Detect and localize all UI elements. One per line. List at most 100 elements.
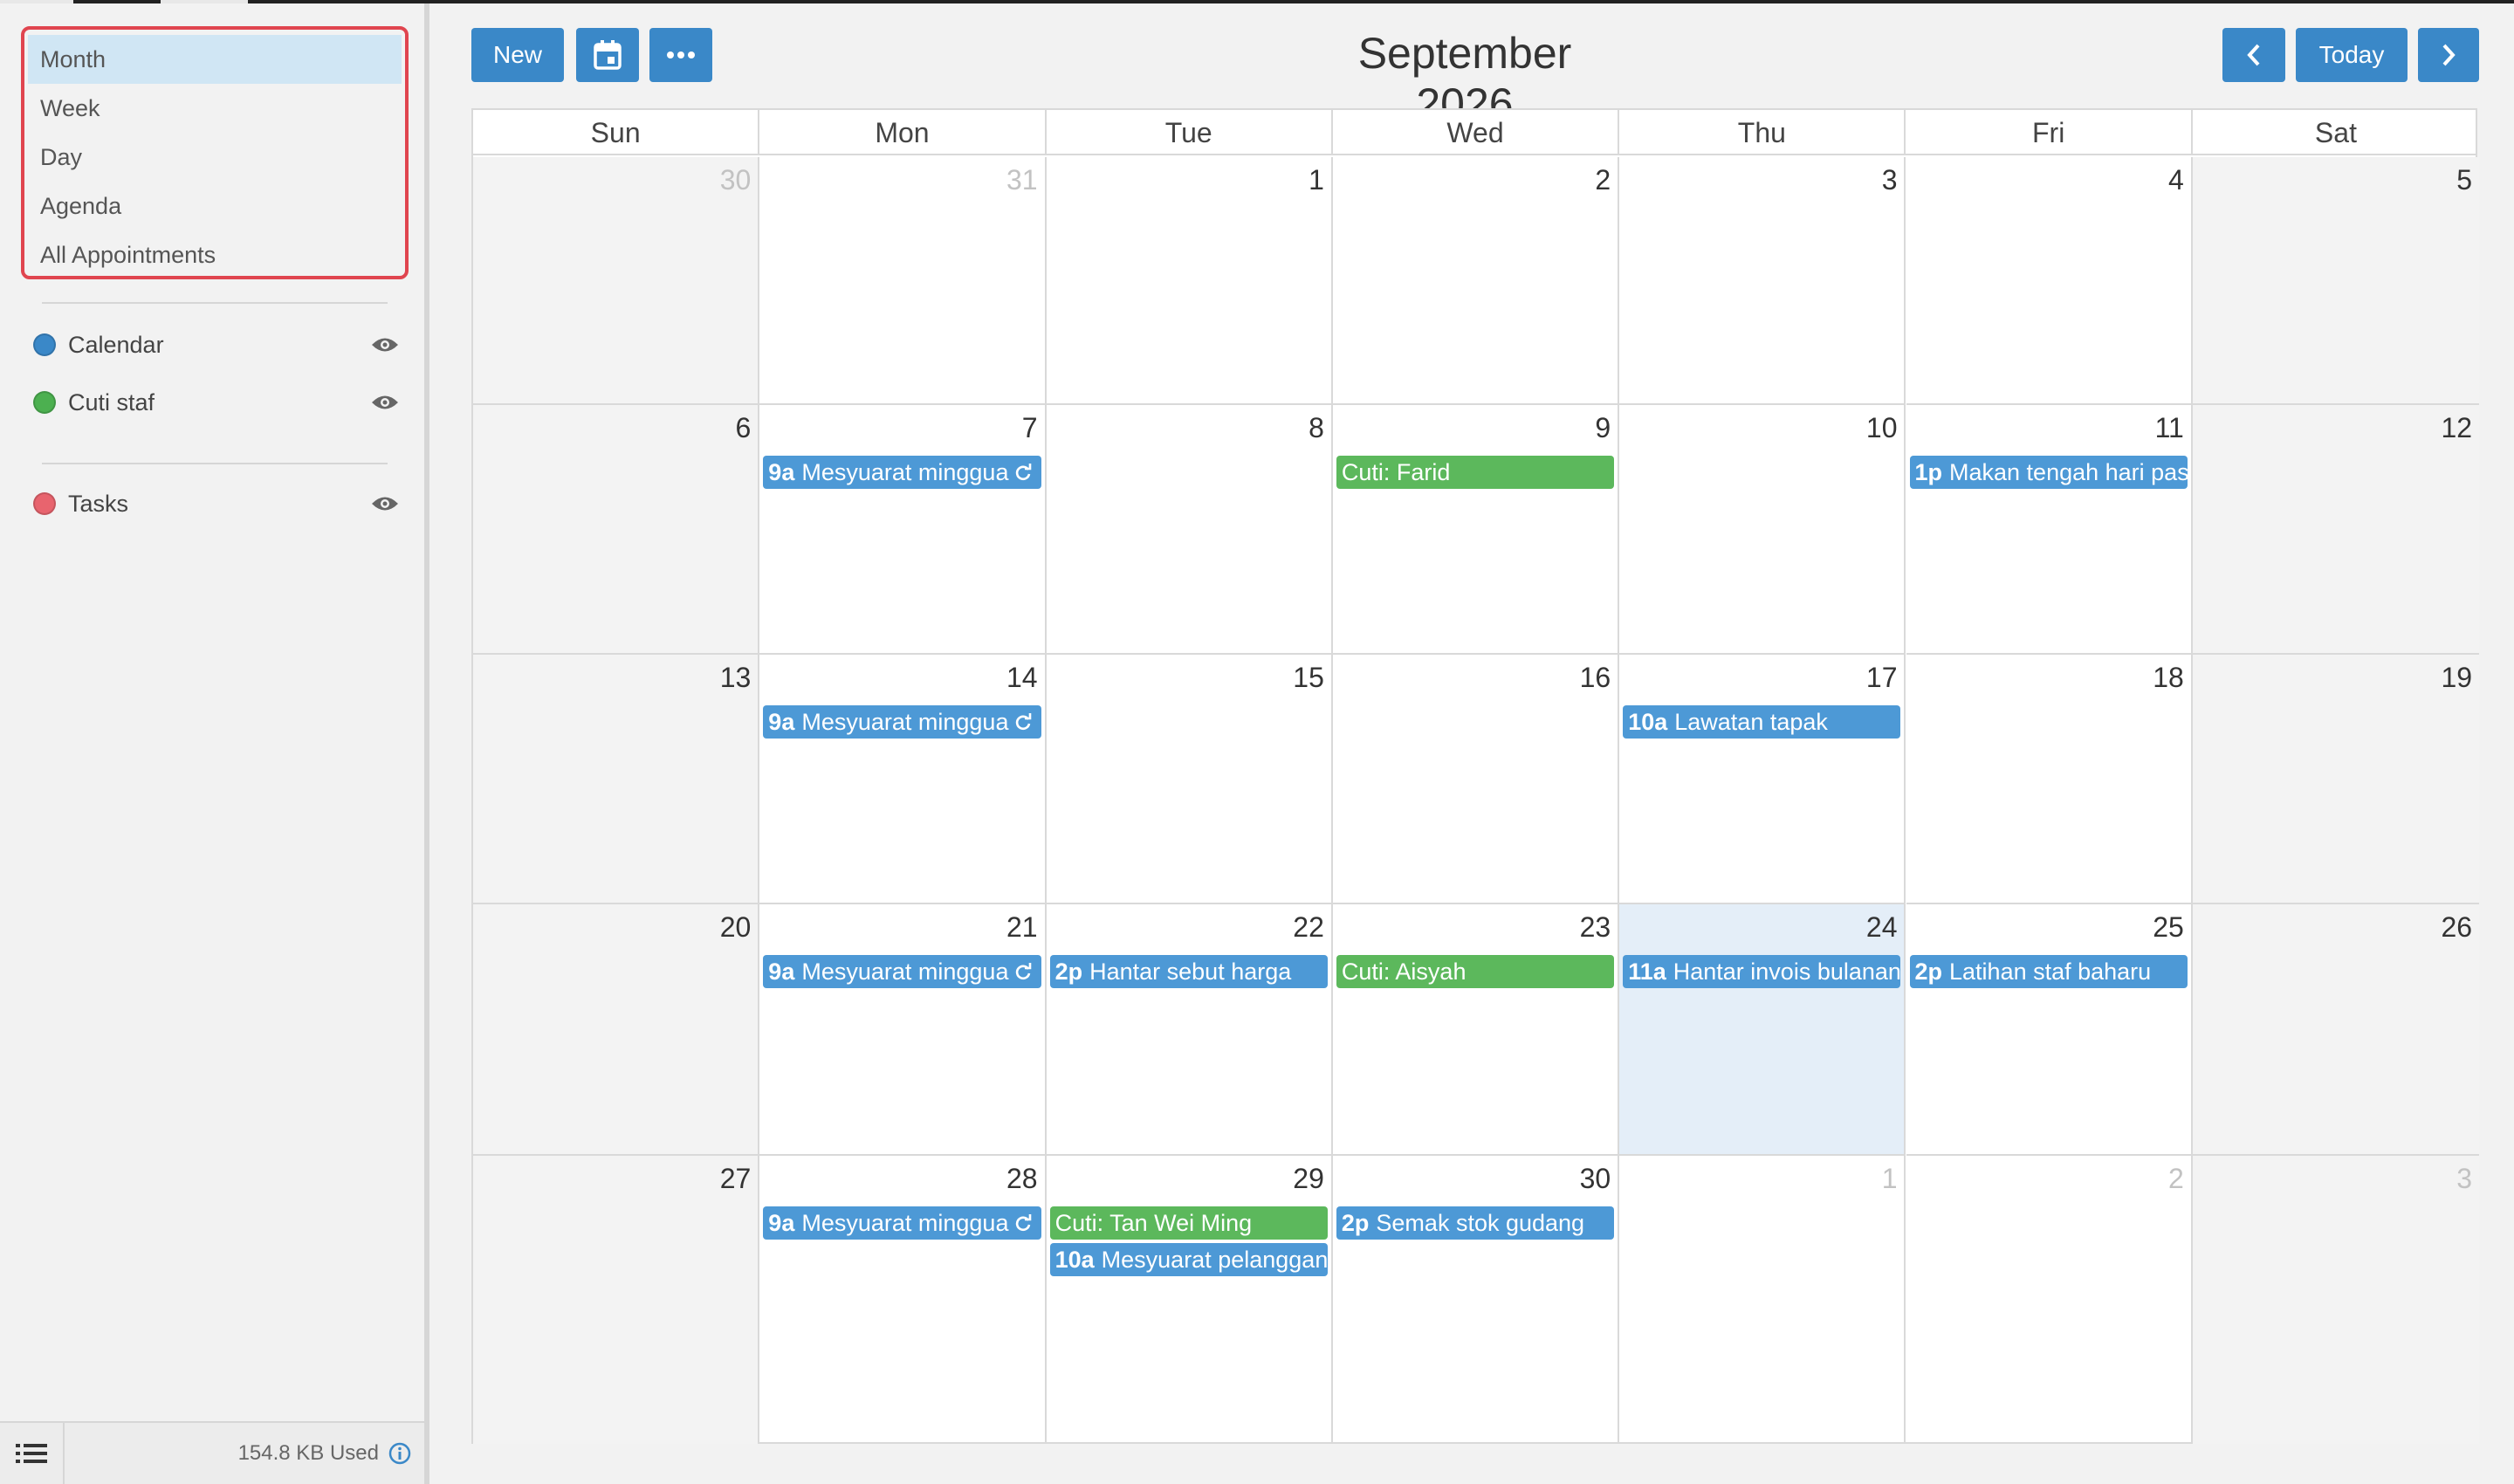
event-title: Mesyuarat minggua bbox=[801, 958, 1009, 985]
day-cell[interactable]: 24 11a Hantar invois bulanan bbox=[1619, 904, 1906, 1156]
day-cell[interactable]: 19 bbox=[2192, 655, 2480, 904]
weekday-tue: Tue bbox=[1047, 110, 1333, 155]
divider bbox=[42, 463, 388, 464]
day-cell[interactable]: 13 bbox=[473, 655, 760, 904]
day-cell[interactable]: 14 9a Mesyuarat minggua bbox=[759, 655, 1047, 904]
day-cell[interactable]: 15 bbox=[1046, 655, 1333, 904]
event-title: Cuti: Farid bbox=[1341, 459, 1451, 485]
event-chip[interactable]: 10a Mesyuarat pelanggan bbox=[1049, 1243, 1328, 1276]
month-grid: Sun Mon Tue Wed Thu Fri Sat 30 31 1 2 3 4 5 6 7 9a Mesyu… bbox=[471, 108, 2480, 1444]
event-chip[interactable]: Cuti: Tan Wei Ming bbox=[1049, 1206, 1328, 1240]
date-picker-button[interactable] bbox=[576, 28, 639, 82]
chevron-right-icon bbox=[2442, 44, 2456, 66]
day-cell[interactable]: 1 bbox=[1619, 1156, 1906, 1444]
today-button[interactable]: Today bbox=[2296, 28, 2408, 82]
new-button-label: New bbox=[492, 41, 542, 68]
event-chip[interactable]: 2p Semak stok gudang bbox=[1336, 1206, 1615, 1240]
next-month-button[interactable] bbox=[2418, 28, 2479, 82]
view-day[interactable]: Day bbox=[28, 133, 402, 182]
day-number: 2 bbox=[2168, 1163, 2184, 1194]
day-cell[interactable]: 30 2p Semak stok gudang bbox=[1333, 1156, 1620, 1444]
event-chip[interactable]: Cuti: Aisyah bbox=[1336, 955, 1615, 988]
day-number: 8 bbox=[1309, 412, 1324, 443]
view-all-appointments[interactable]: All Appointments bbox=[28, 230, 402, 279]
recurring-icon bbox=[1013, 456, 1034, 489]
day-cell[interactable]: 5 bbox=[2192, 157, 2480, 405]
day-cell[interactable]: 16 bbox=[1332, 655, 1620, 904]
day-cell[interactable]: 3 bbox=[2192, 1156, 2480, 1444]
new-button[interactable]: New bbox=[471, 28, 564, 82]
calendar-item-tasks[interactable]: Tasks bbox=[33, 482, 400, 526]
event-title: Mesyuarat minggua bbox=[801, 709, 1009, 735]
day-number: 5 bbox=[2456, 164, 2473, 196]
day-cell[interactable]: 8 bbox=[1046, 405, 1333, 655]
day-cell[interactable]: 17 10a Lawatan tapak bbox=[1619, 655, 1906, 904]
weekday-mon: Mon bbox=[759, 110, 1047, 155]
day-number: 18 bbox=[2153, 662, 2184, 693]
day-cell[interactable]: 10 bbox=[1619, 405, 1906, 655]
day-cell[interactable]: 21 9a Mesyuarat minggua bbox=[759, 904, 1047, 1156]
event-chip[interactable]: 9a Mesyuarat minggua bbox=[763, 955, 1041, 988]
event-chip[interactable]: 10a Lawatan tapak bbox=[1623, 705, 1901, 739]
day-cell[interactable]: 28 9a Mesyuarat minggua bbox=[759, 1156, 1047, 1444]
recurring-icon bbox=[1013, 1206, 1034, 1240]
event-time: 2p bbox=[1054, 958, 1083, 985]
calendar-color-dot bbox=[33, 492, 56, 515]
more-options-button[interactable] bbox=[649, 28, 712, 82]
day-number: 30 bbox=[1579, 1163, 1611, 1194]
calendar-item-cuti-staf[interactable]: Cuti staf bbox=[33, 381, 400, 424]
event-title: Semak stok gudang bbox=[1376, 1210, 1585, 1236]
event-chip[interactable]: 11a Hantar invois bulanan bbox=[1623, 955, 1901, 988]
event-chip[interactable]: 2p Hantar sebut harga bbox=[1049, 955, 1328, 988]
day-cell[interactable]: 1 bbox=[1046, 157, 1333, 405]
event-chip[interactable]: Cuti: Farid bbox=[1336, 456, 1615, 489]
sidebar: Month Week Day Agenda All Appointments C… bbox=[0, 3, 429, 1484]
day-cell[interactable]: 30 bbox=[473, 157, 760, 405]
info-icon[interactable] bbox=[388, 1441, 412, 1466]
event-title: Lawatan tapak bbox=[1674, 709, 1828, 735]
day-cell[interactable]: 25 2p Latihan staf baharu bbox=[1906, 904, 2193, 1156]
event-chip[interactable]: 9a Mesyuarat minggua bbox=[763, 705, 1041, 739]
calendar-item-calendar[interactable]: Calendar bbox=[33, 323, 400, 367]
day-cell[interactable]: 23 Cuti: Aisyah bbox=[1332, 904, 1620, 1156]
day-number: 21 bbox=[1006, 911, 1038, 943]
day-number: 1 bbox=[1309, 164, 1324, 196]
event-chip[interactable]: 1p Makan tengah hari pas bbox=[1909, 456, 2188, 489]
view-month[interactable]: Month bbox=[28, 35, 402, 84]
list-toggle-button[interactable] bbox=[0, 1422, 65, 1484]
day-cell[interactable]: 3 bbox=[1619, 157, 1906, 405]
day-cell[interactable]: 26 bbox=[2192, 904, 2480, 1156]
event-chip[interactable]: 2p Latihan staf baharu bbox=[1909, 955, 2188, 988]
day-cell[interactable]: 2 bbox=[1332, 157, 1620, 405]
storage-usage: 154.8 KB Used bbox=[65, 1441, 424, 1466]
weekday-sat: Sat bbox=[2314, 117, 2357, 148]
event-time: 9a bbox=[768, 1210, 795, 1236]
calendar-color-dot bbox=[33, 391, 56, 414]
day-cell[interactable]: 4 bbox=[1906, 157, 2193, 405]
eye-icon[interactable] bbox=[370, 494, 400, 513]
day-number: 15 bbox=[1293, 662, 1324, 693]
prev-month-button[interactable] bbox=[2222, 28, 2285, 82]
event-chip[interactable]: 9a Mesyuarat minggua bbox=[763, 456, 1041, 489]
day-number: 2 bbox=[1595, 164, 1611, 196]
event-time: 11a bbox=[1628, 958, 1666, 985]
event-time: 10a bbox=[1628, 709, 1668, 735]
day-cell[interactable]: 6 bbox=[473, 405, 760, 655]
day-cell[interactable]: 7 9a Mesyuarat minggua bbox=[759, 405, 1047, 655]
day-cell[interactable]: 12 bbox=[2192, 405, 2480, 655]
day-cell[interactable]: 31 bbox=[759, 157, 1047, 405]
day-cell[interactable]: 2 bbox=[1906, 1156, 2193, 1444]
calendar-name: Tasks bbox=[68, 490, 129, 517]
view-week[interactable]: Week bbox=[28, 84, 402, 133]
event-chip[interactable]: 9a Mesyuarat minggua bbox=[763, 1206, 1041, 1240]
eye-icon[interactable] bbox=[370, 393, 400, 412]
day-cell[interactable]: 22 2p Hantar sebut harga bbox=[1046, 904, 1333, 1156]
day-cell[interactable]: 27 bbox=[473, 1156, 760, 1444]
day-cell[interactable]: 9 Cuti: Farid bbox=[1332, 405, 1620, 655]
day-cell[interactable]: 18 bbox=[1906, 655, 2193, 904]
day-cell[interactable]: 29 Cuti: Tan Wei Ming 10a Mesyuarat pelangg… bbox=[1047, 1156, 1333, 1444]
eye-icon[interactable] bbox=[370, 335, 400, 354]
day-cell[interactable]: 20 bbox=[473, 904, 760, 1156]
day-cell[interactable]: 11 1p Makan tengah hari pas bbox=[1906, 405, 2193, 655]
view-agenda[interactable]: Agenda bbox=[28, 182, 402, 230]
